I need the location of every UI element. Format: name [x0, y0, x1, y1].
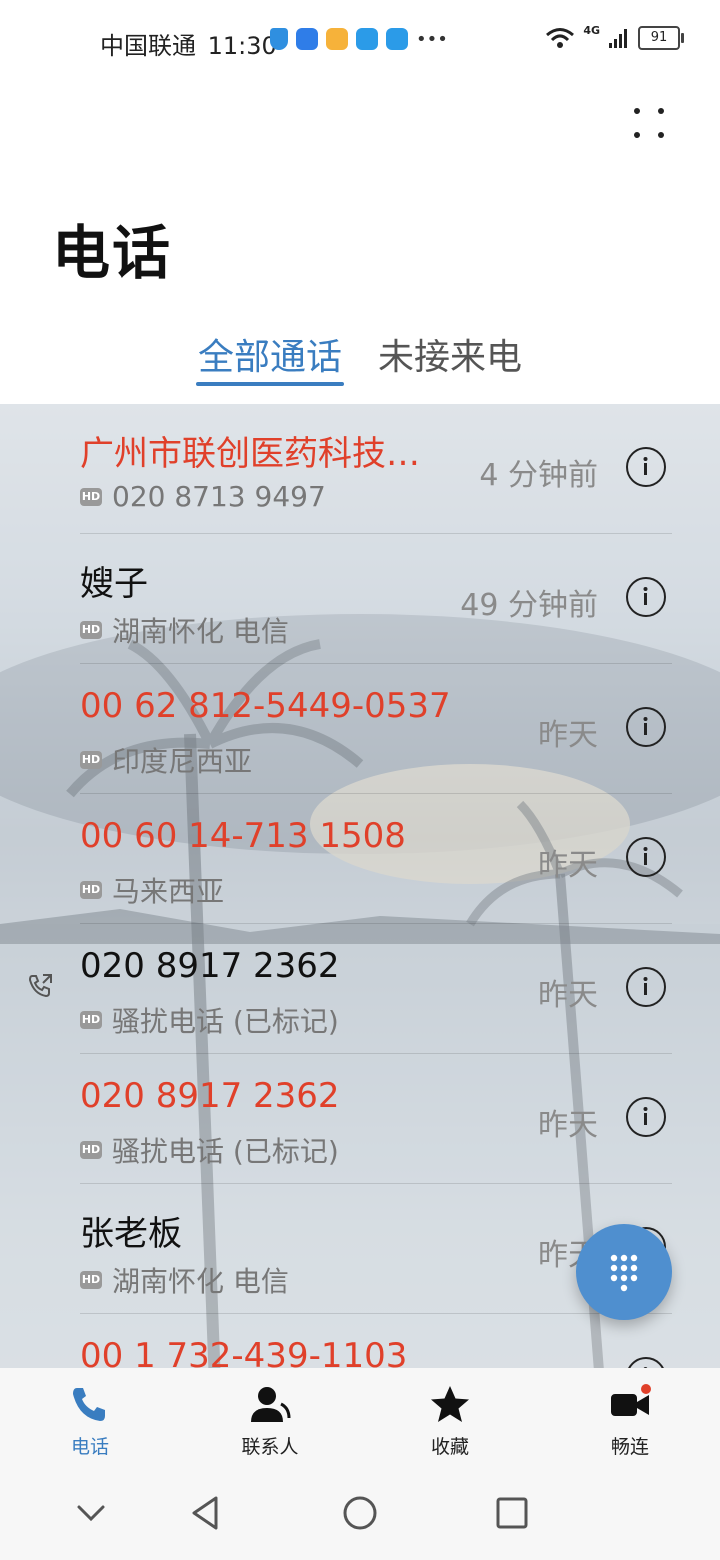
call-row[interactable]: 00 60 14-713 1508 HD 马来西亚 昨天 [0, 794, 720, 924]
call-time: 昨天 [538, 718, 598, 753]
caller-name: 020 8917 2362 [80, 946, 340, 986]
hd-icon: HD [80, 751, 102, 769]
call-time: 49 分钟前 [460, 588, 598, 623]
call-row[interactable]: 020 8917 2362 HD 骚扰电话 (已标记) 昨天 [0, 924, 720, 1054]
tab-missed-calls[interactable]: 未接来电 [378, 328, 522, 380]
chat-app-icon [356, 28, 378, 50]
caller-detail: 骚扰电话 (已标记) [112, 1135, 339, 1168]
call-row[interactable]: 广州市联创医药科技… HD 020 8713 9497 4 分钟前 [0, 404, 720, 534]
chat-app-icon-2 [386, 28, 408, 50]
call-time: 昨天 [538, 978, 598, 1013]
notification-dot [641, 1384, 651, 1394]
call-subtitle: HD 020 8713 9497 [80, 480, 326, 513]
call-tabs: 全部通话 未接来电 [0, 328, 720, 388]
back-icon[interactable] [182, 1488, 232, 1538]
call-time: 4 分钟前 [479, 458, 598, 493]
call-row[interactable]: 00 1 732-439-1103 [0, 1314, 720, 1368]
hd-icon: HD [80, 1271, 102, 1289]
status-time: 11:30 [207, 32, 277, 60]
call-row[interactable]: 嫂子 HD 湖南怀化 电信 49 分钟前 [0, 534, 720, 664]
status-right: 4G 91 [545, 23, 684, 50]
active-tab-indicator [196, 382, 344, 386]
call-time: 昨天 [538, 848, 598, 883]
call-subtitle: HD 印度尼西亚 [80, 740, 252, 780]
caller-name: 张老板 [80, 1214, 182, 1254]
outgoing-call-icon [28, 974, 52, 998]
star-icon [427, 1382, 473, 1428]
call-subtitle: HD 湖南怀化 电信 [80, 1260, 289, 1300]
info-icon[interactable] [626, 447, 666, 487]
network-type: 4G [583, 23, 600, 37]
info-icon[interactable] [626, 707, 666, 747]
caller-detail: 020 8713 9497 [112, 480, 326, 513]
call-row[interactable]: 00 62 812-5449-0537 HD 印度尼西亚 昨天 [0, 664, 720, 794]
carrier-name: 中国联通 [100, 32, 196, 60]
collapse-chevron-icon[interactable] [66, 1488, 116, 1538]
nav-label: 收藏 [430, 1436, 469, 1458]
caller-name: 00 62 812-5449-0537 [80, 686, 451, 726]
nav-contacts[interactable]: 联系人 [210, 1382, 330, 1459]
info-icon[interactable] [626, 577, 666, 617]
nav-label: 电话 [70, 1436, 109, 1458]
info-icon[interactable] [626, 1097, 666, 1137]
tab-all-calls[interactable]: 全部通话 [198, 328, 342, 380]
bottom-navigation: 电话 联系人 收藏 畅连 [0, 1368, 720, 1466]
hd-icon: HD [80, 881, 102, 899]
status-carrier: 中国联通 11:30 [100, 26, 277, 61]
info-icon[interactable] [626, 837, 666, 877]
home-icon[interactable] [335, 1488, 385, 1538]
hd-icon: HD [80, 1141, 102, 1159]
status-bar: 中国联通 11:30 ••• 4G 91 [0, 0, 720, 84]
contacts-icon [247, 1382, 293, 1428]
battery-indicator: 91 [638, 26, 684, 50]
recents-icon[interactable] [487, 1488, 537, 1538]
weather-app-icon [296, 28, 318, 50]
hd-icon: HD [80, 1011, 102, 1029]
nav-label: 畅连 [610, 1436, 649, 1458]
call-subtitle: HD 马来西亚 [80, 870, 224, 910]
caller-name: 020 8917 2362 [80, 1076, 340, 1116]
caller-name: 00 60 14-713 1508 [80, 816, 406, 856]
nav-label: 联系人 [241, 1436, 299, 1458]
hd-icon: HD [80, 487, 102, 506]
signal-icon [609, 29, 627, 48]
call-subtitle: HD 湖南怀化 电信 [80, 610, 289, 650]
caller-name: 广州市联创医药科技… [80, 434, 420, 474]
caller-detail: 马来西亚 [112, 875, 225, 908]
shield-app-icon [270, 28, 288, 50]
call-subtitle: HD 骚扰电话 (已标记) [80, 1000, 339, 1040]
hd-icon: HD [80, 621, 102, 639]
dialpad-button[interactable] [576, 1224, 672, 1320]
info-icon[interactable] [626, 1357, 666, 1368]
dialpad-icon [610, 1254, 638, 1292]
video-call-icon [607, 1382, 653, 1428]
call-row[interactable]: 020 8917 2362 HD 骚扰电话 (已标记) 昨天 [0, 1054, 720, 1184]
caller-name: 嫂子 [80, 564, 148, 604]
system-navigation-bar [0, 1466, 720, 1560]
call-subtitle: HD 骚扰电话 (已标记) [80, 1130, 339, 1170]
phone-icon [67, 1382, 113, 1428]
nav-phone[interactable]: 电话 [30, 1382, 150, 1459]
info-icon[interactable] [626, 967, 666, 1007]
nav-meetime[interactable]: 畅连 [570, 1382, 690, 1459]
caller-name: 00 1 732-439-1103 [80, 1336, 408, 1368]
video-app-icon [326, 28, 348, 50]
notification-icons: ••• [270, 28, 448, 50]
caller-detail: 湖南怀化 电信 [112, 1265, 289, 1298]
call-time: 昨天 [538, 1108, 598, 1143]
caller-detail: 骚扰电话 (已标记) [112, 1005, 339, 1038]
more-notifications-icon: ••• [416, 28, 448, 50]
page-title: 电话 [52, 219, 173, 287]
nav-favorites[interactable]: 收藏 [390, 1382, 510, 1459]
caller-detail: 印度尼西亚 [112, 745, 253, 778]
caller-detail: 湖南怀化 电信 [112, 615, 289, 648]
more-options-button[interactable] [626, 100, 672, 146]
wifi-icon [546, 28, 575, 48]
